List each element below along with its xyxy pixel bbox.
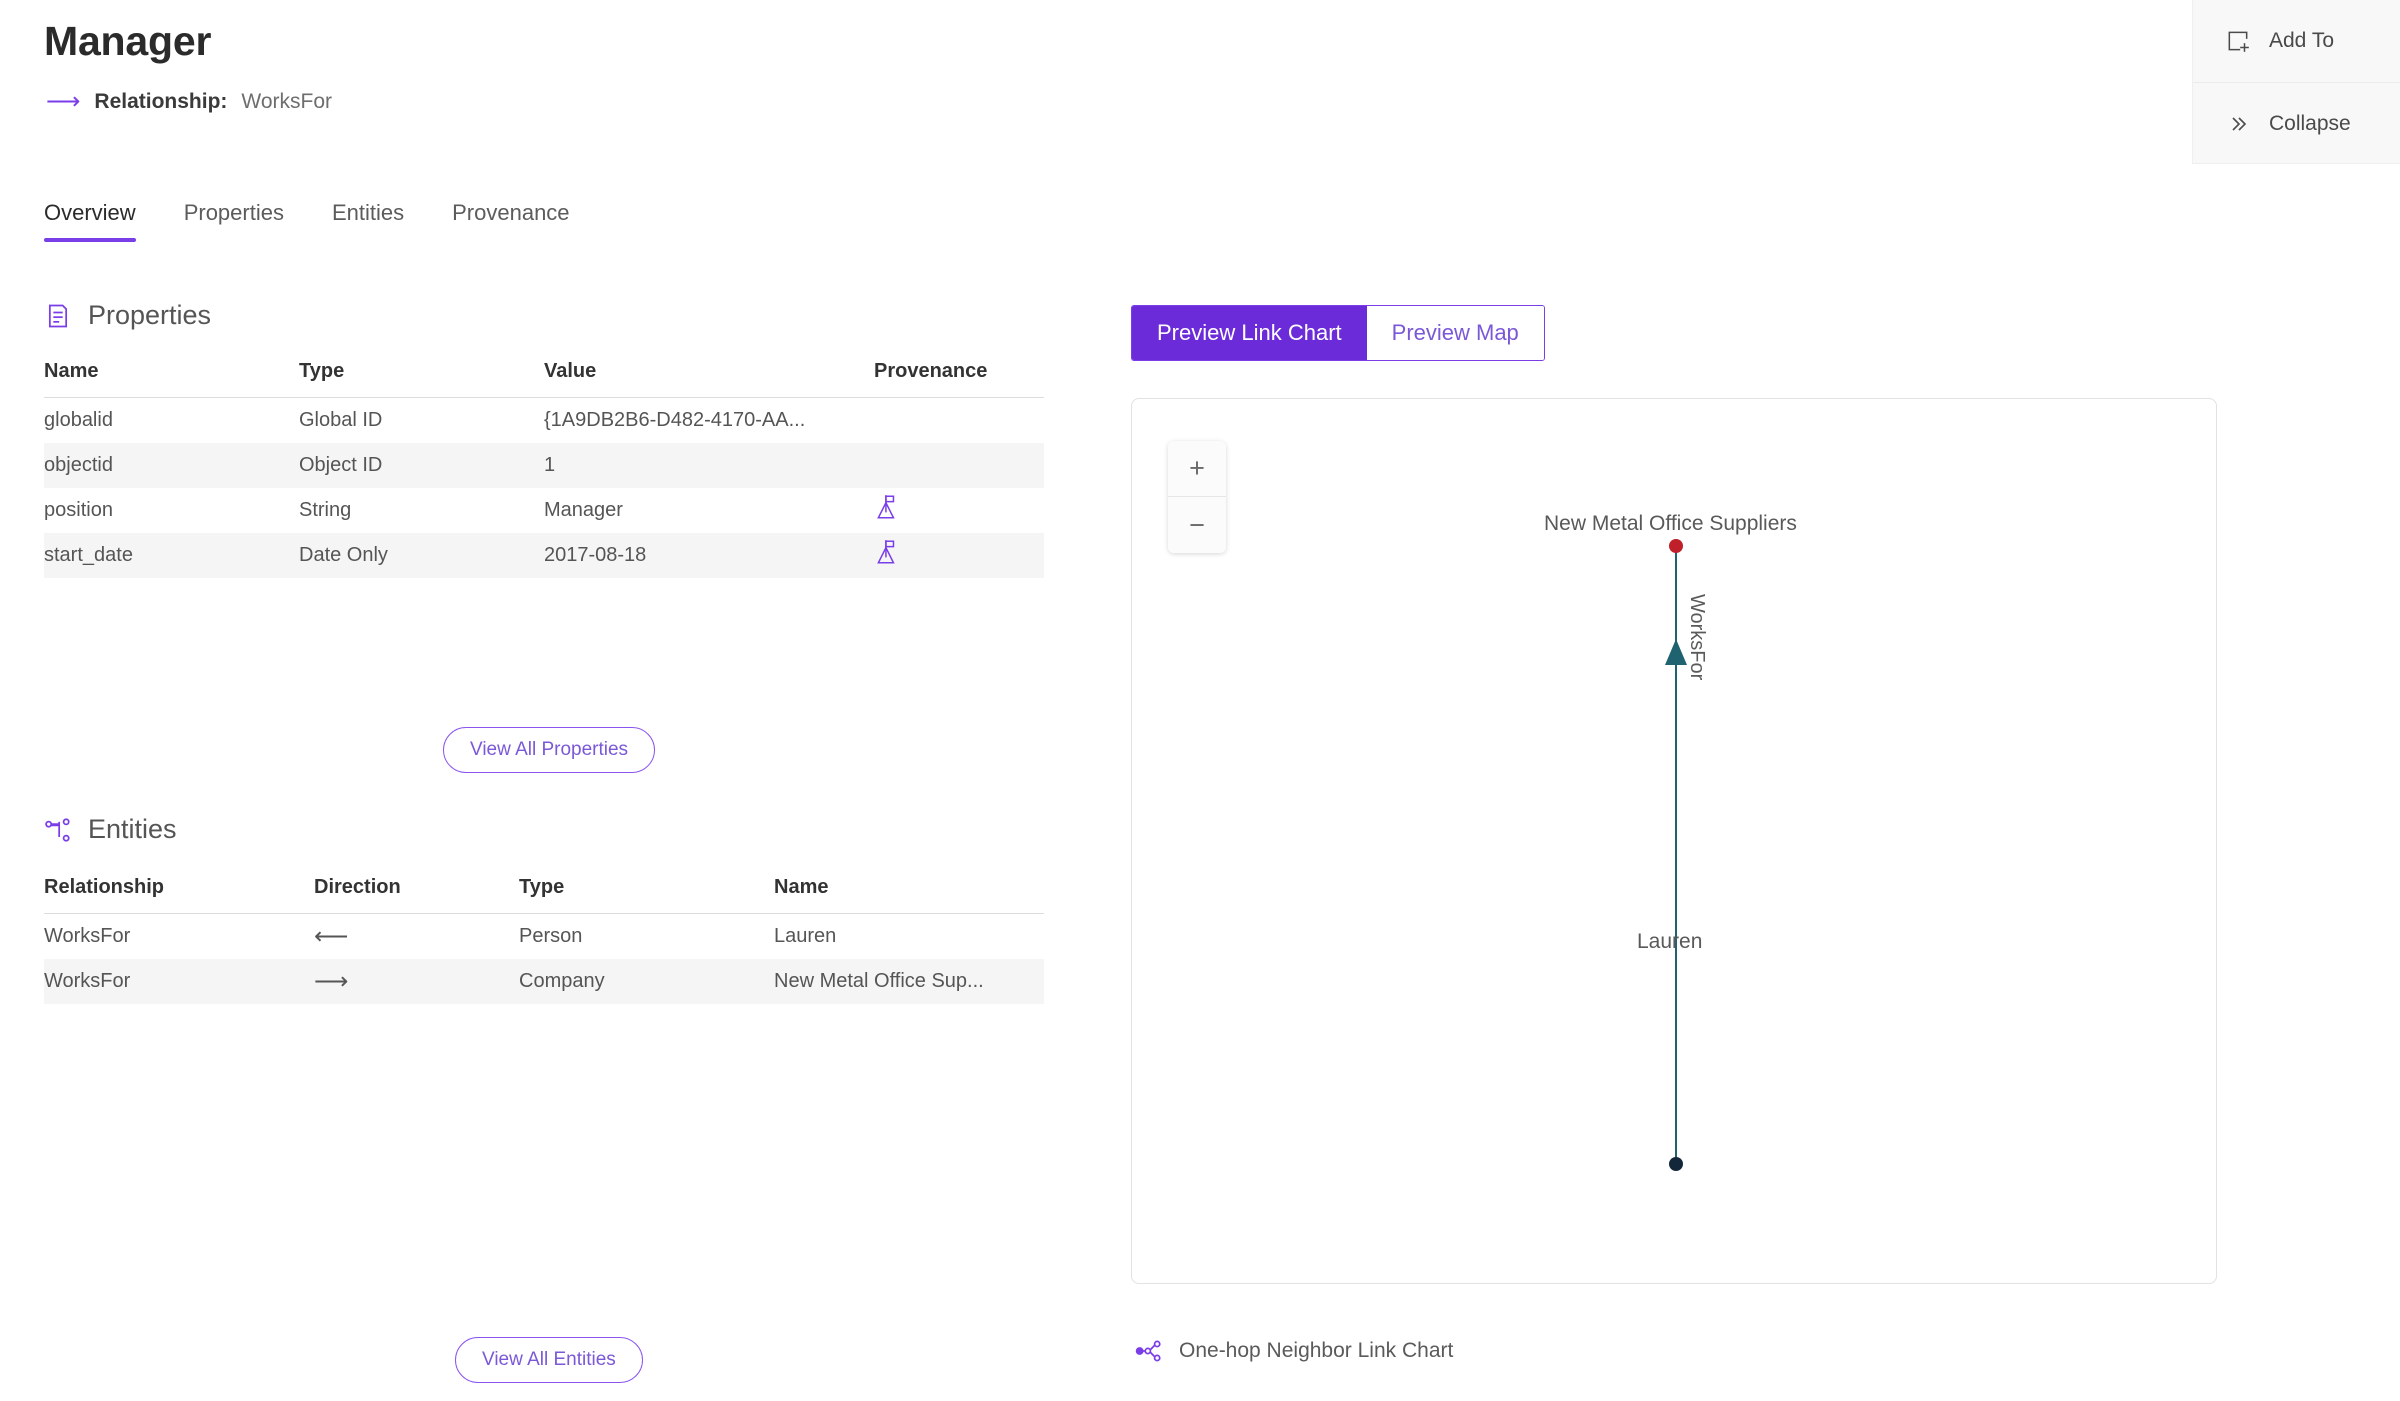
- property-name: objectid: [44, 442, 299, 488]
- table-row[interactable]: WorksFor ⟶ Company New Metal Office Sup.…: [44, 958, 1044, 1004]
- add-to-button[interactable]: Add To: [2193, 0, 2400, 82]
- entities-col-name: Name: [774, 876, 1044, 914]
- chart-caption-label: One-hop Neighbor Link Chart: [1179, 1339, 1454, 1362]
- tab-preview-link-chart[interactable]: Preview Link Chart: [1132, 306, 1367, 360]
- property-value: 2017-08-18: [544, 532, 874, 578]
- view-all-entities-button[interactable]: View All Entities: [455, 1337, 643, 1383]
- entity-type: Person: [519, 924, 583, 947]
- page-title: Manager: [44, 18, 212, 64]
- relationship-detail-page: Add To Collapse Manager ⟶ Relationship: …: [0, 0, 2400, 1401]
- view-all-properties-button[interactable]: View All Properties: [443, 727, 656, 773]
- arrow-right-icon: ⟶: [46, 88, 81, 115]
- graph-node-label-person: Lauren: [1637, 930, 1703, 953]
- entities-col-relationship: Relationship: [44, 876, 314, 914]
- entity-name-link[interactable]: Lauren: [774, 914, 1044, 959]
- property-name: start_date: [44, 532, 299, 578]
- property-name: position: [44, 498, 113, 521]
- breadcrumb: ⟶ Relationship: WorksFor: [46, 90, 332, 114]
- property-type: Date Only: [299, 532, 544, 578]
- property-value: 1: [544, 442, 874, 488]
- graph-edge-arrow-icon: [1665, 639, 1687, 665]
- action-panel: Add To Collapse: [2192, 0, 2400, 164]
- property-value: {1A9DB2B6-D482-4170-AA...: [544, 408, 806, 431]
- flag-icon[interactable]: [874, 493, 900, 521]
- relationship-value: WorksFor: [241, 90, 333, 113]
- table-row[interactable]: position String Manager: [44, 488, 1044, 533]
- table-row[interactable]: start_date Date Only 2017-08-18: [44, 532, 1044, 578]
- zoom-out-button[interactable]: −: [1168, 497, 1226, 553]
- entities-col-direction: Direction: [314, 876, 519, 914]
- property-provenance: [874, 532, 1044, 578]
- property-provenance: [874, 442, 1044, 488]
- tab-provenance[interactable]: Provenance: [452, 200, 569, 242]
- chart-caption: One-hop Neighbor Link Chart: [1135, 1337, 1453, 1365]
- link-chart-icon: [1135, 1337, 1163, 1365]
- entity-relationship: WorksFor: [44, 958, 314, 1004]
- flag-icon[interactable]: [874, 538, 900, 566]
- graph-edge-label: WorksFor: [1686, 594, 1708, 681]
- zoom-in-button[interactable]: +: [1168, 441, 1226, 497]
- entity-type: Company: [519, 958, 774, 1004]
- property-provenance: [874, 488, 1044, 533]
- table-row[interactable]: objectid Object ID 1: [44, 442, 1044, 488]
- link-chart-panel: + − WorksFor New Metal Office Suppliers …: [1131, 398, 2217, 1284]
- entities-col-type: Type: [519, 876, 774, 914]
- add-to-icon: [2225, 28, 2251, 54]
- preview-tab-group: Preview Link Chart Preview Map: [1131, 305, 1545, 361]
- table-row[interactable]: globalid Global ID {1A9DB2B6-D482-4170-A…: [44, 398, 1044, 443]
- property-type: String: [299, 498, 352, 521]
- properties-col-provenance: Provenance: [874, 360, 1044, 398]
- zoom-controls: + −: [1168, 441, 1226, 553]
- property-value: Manager: [544, 498, 623, 521]
- tab-preview-map[interactable]: Preview Map: [1366, 306, 1544, 360]
- entities-section-heading: Entities: [44, 814, 177, 845]
- properties-col-name: Name: [44, 360, 299, 398]
- properties-table-header-row: Name Type Value Provenance: [44, 360, 1044, 398]
- property-name: globalid: [44, 408, 113, 431]
- tab-bar: Overview Properties Entities Provenance: [44, 200, 570, 242]
- entities-table-header-row: Relationship Direction Type Name: [44, 876, 1044, 914]
- table-row[interactable]: WorksFor ⟵ Person Lauren: [44, 914, 1044, 959]
- add-to-label: Add To: [2269, 29, 2334, 52]
- tab-entities[interactable]: Entities: [332, 200, 404, 242]
- entity-direction-arrow-left-icon: ⟵: [314, 922, 348, 950]
- entity-name-link[interactable]: New Metal Office Sup...: [774, 958, 1044, 1004]
- entity-relationship: WorksFor: [44, 924, 131, 947]
- collapse-button[interactable]: Collapse: [2193, 82, 2400, 164]
- graph-node-person[interactable]: [1669, 1157, 1683, 1171]
- property-type: Object ID: [299, 442, 544, 488]
- graph-node-company[interactable]: [1669, 539, 1683, 553]
- entities-table: Relationship Direction Type Name WorksFo…: [44, 876, 1044, 1004]
- properties-table: Name Type Value Provenance globalid Glob…: [44, 360, 1044, 578]
- chevron-double-right-icon: [2225, 111, 2251, 137]
- graph-node-label-company: New Metal Office Suppliers: [1544, 512, 1797, 535]
- graph-edge-worksfor[interactable]: [1675, 539, 1677, 1164]
- property-type: Global ID: [299, 408, 383, 431]
- properties-col-value: Value: [544, 360, 874, 398]
- properties-section-heading: Properties: [44, 300, 211, 331]
- tab-properties[interactable]: Properties: [184, 200, 284, 242]
- properties-col-type: Type: [299, 360, 544, 398]
- properties-document-icon: [44, 302, 72, 330]
- relationship-label: Relationship:: [94, 90, 228, 113]
- entities-heading-label: Entities: [88, 814, 177, 844]
- entities-graph-icon: [44, 816, 72, 844]
- property-provenance: [874, 398, 1044, 443]
- collapse-label: Collapse: [2269, 111, 2351, 135]
- entity-direction-arrow-right-icon: ⟶: [314, 958, 519, 1004]
- tab-overview[interactable]: Overview: [44, 200, 136, 242]
- properties-heading-label: Properties: [88, 300, 212, 330]
